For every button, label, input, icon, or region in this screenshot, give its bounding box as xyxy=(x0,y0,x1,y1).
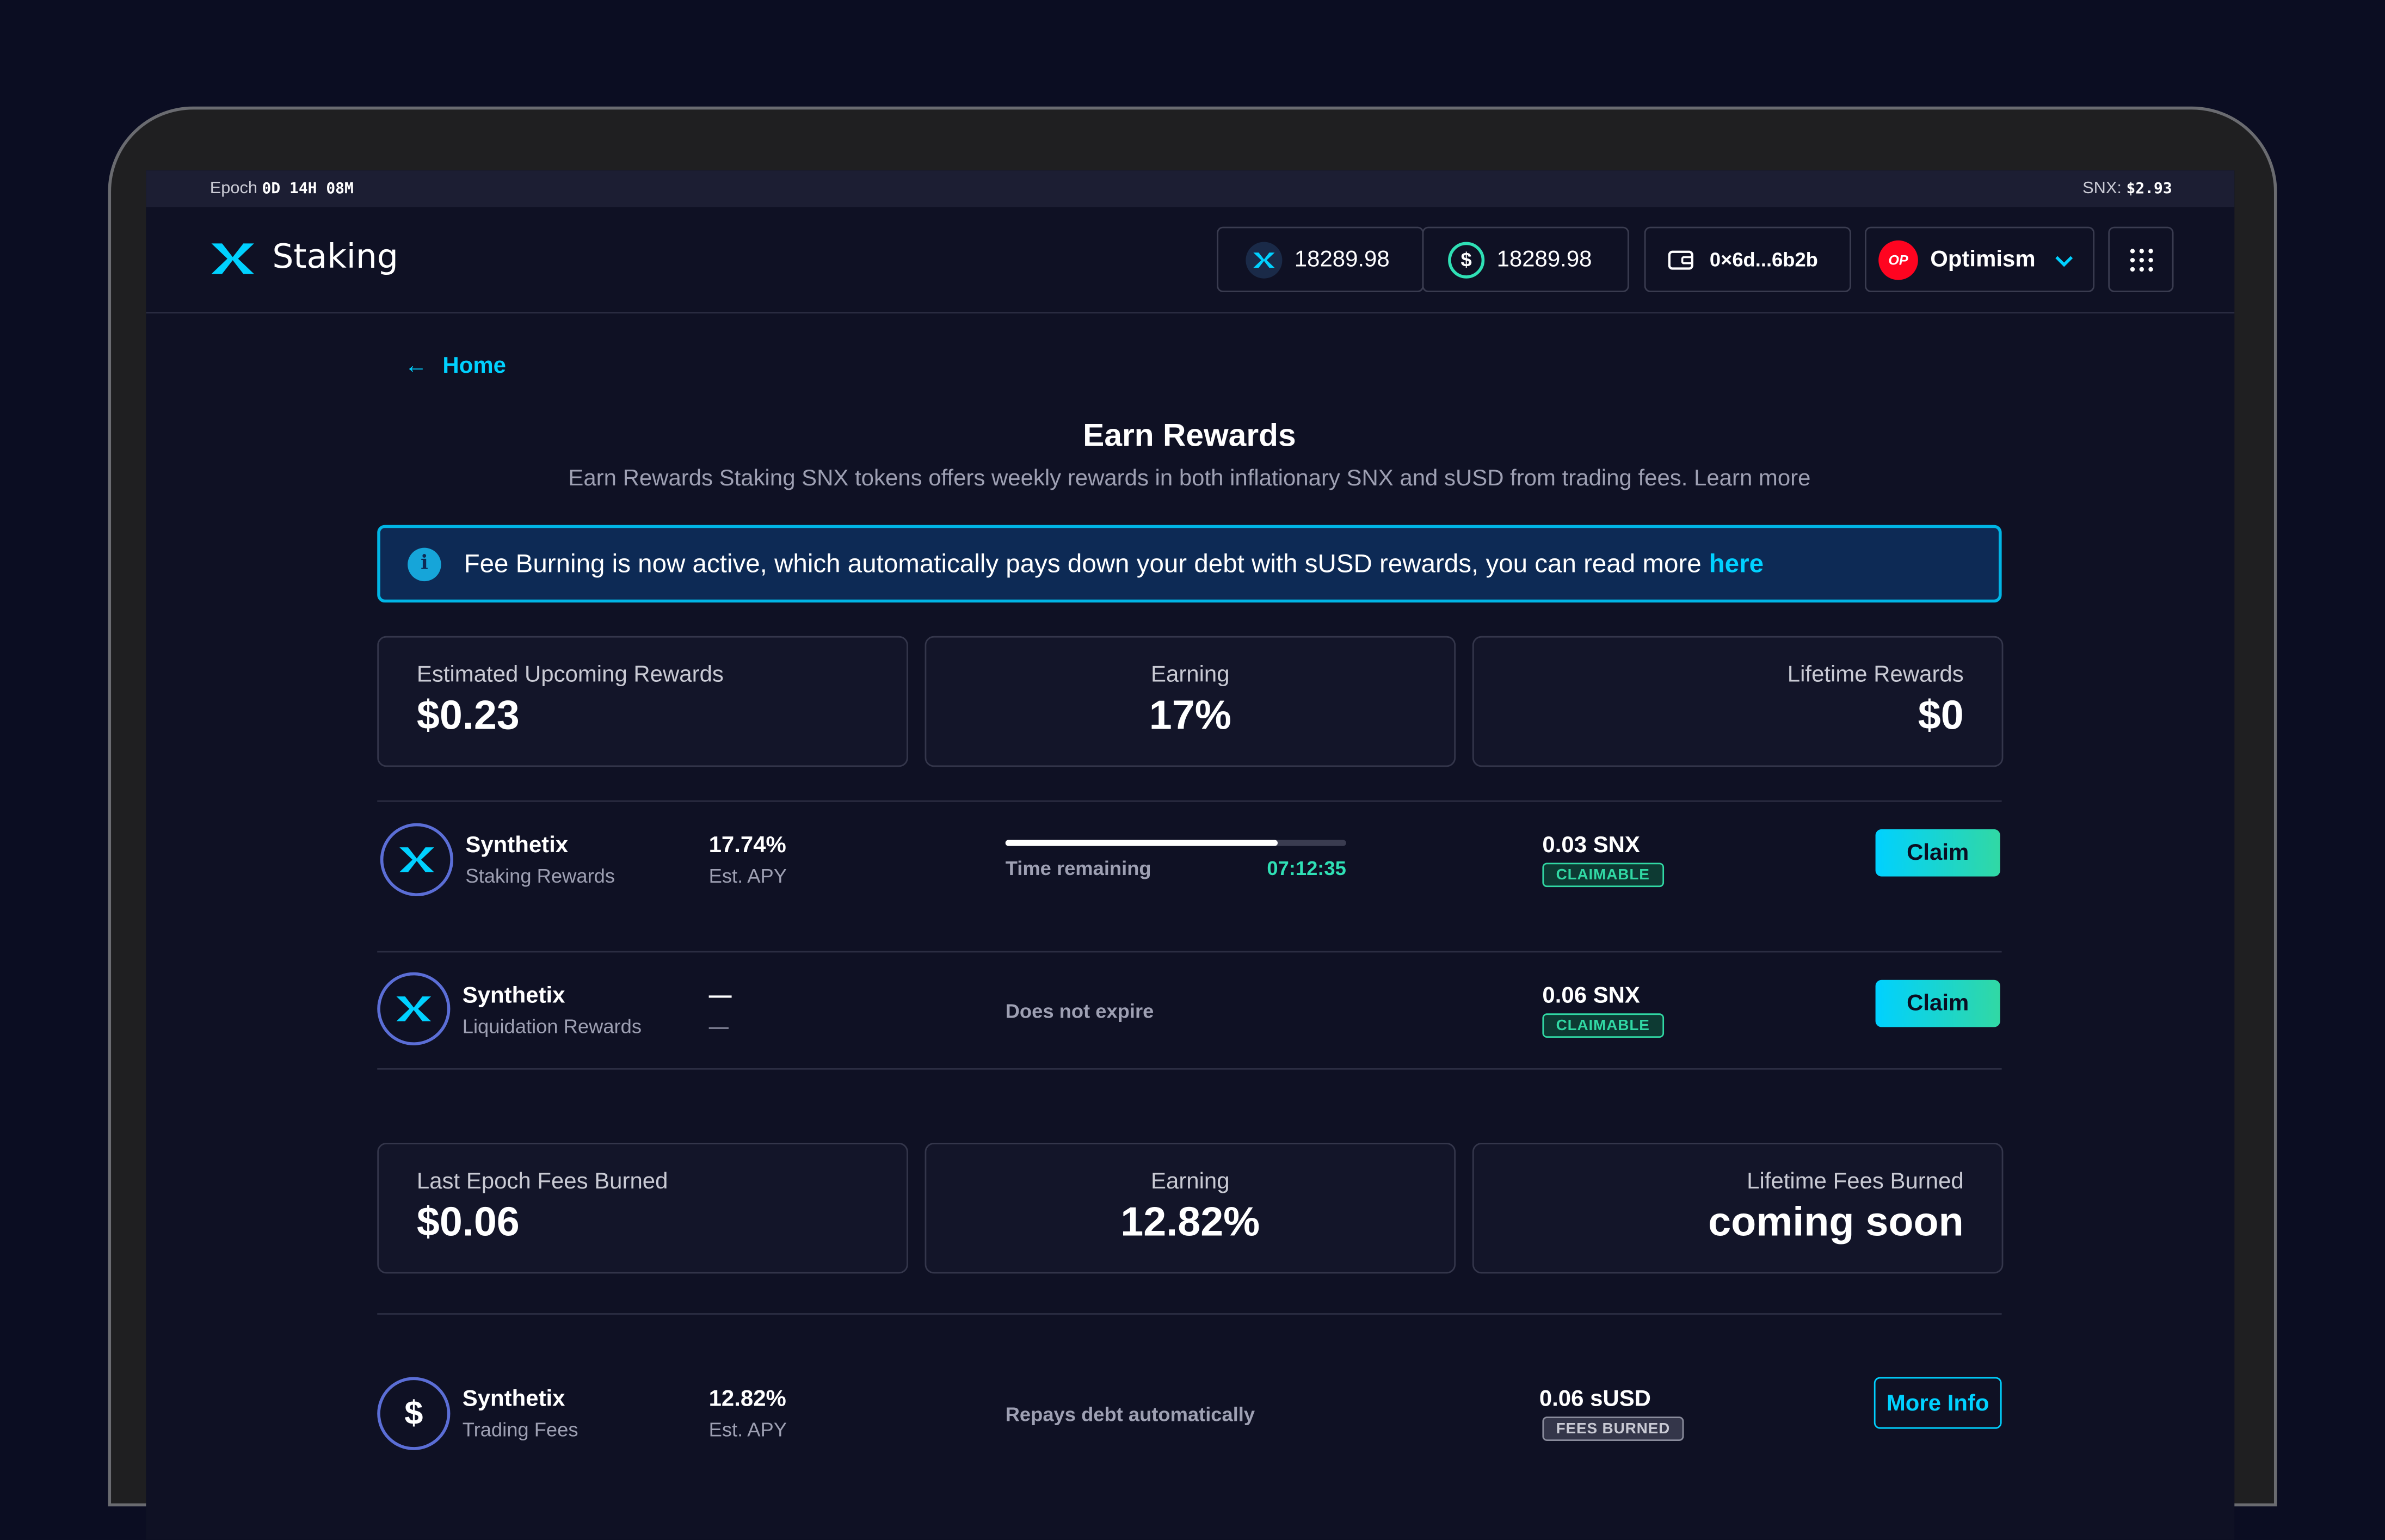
row-subtitle: Staking Rewards xyxy=(465,864,615,888)
time-remaining-value: 07:12:35 xyxy=(1267,857,1346,880)
alert-text: Fee Burning is now active, which automat… xyxy=(464,549,1702,578)
wallet-address: 0×6d...6b2b xyxy=(1709,248,1818,271)
divider xyxy=(377,951,2002,953)
row-subtitle: Trading Fees xyxy=(462,1418,578,1442)
lifetime-rewards-card: Lifetime Rewards $0 xyxy=(1472,636,2004,767)
susd-balance-button[interactable]: $ 18289.98 xyxy=(1422,226,1629,292)
row-apy-label: — xyxy=(708,1015,729,1038)
snx-token-icon xyxy=(1246,241,1283,278)
row-subtitle: Liquidation Rewards xyxy=(462,1015,642,1038)
page-title: Earn Rewards xyxy=(1083,418,1296,454)
dollar-token-icon: $ xyxy=(377,1377,451,1450)
divider xyxy=(377,1068,2002,1070)
card-label: Last Epoch Fees Burned xyxy=(416,1168,668,1195)
progress-fill xyxy=(1005,840,1278,846)
chevron-down-icon xyxy=(2055,255,2073,267)
snx-balance-button[interactable]: 18289.98 xyxy=(1217,226,1424,292)
claimable-badge: CLAIMABLE xyxy=(1542,1013,1663,1038)
time-remaining-label: Time remaining xyxy=(1005,857,1151,880)
staking-logo[interactable]: Staking xyxy=(208,239,398,277)
snx-balance: 18289.98 xyxy=(1294,246,1390,273)
divider xyxy=(377,1313,2002,1315)
lifetime-fees-card: Lifetime Fees Burned coming soon xyxy=(1472,1142,2004,1274)
optimism-icon: OP xyxy=(1878,239,1918,280)
app-header: Staking 18289.98 $ 18289.98 0×6d...6b2b xyxy=(146,207,2235,314)
card-value: $0 xyxy=(1918,692,1964,738)
epoch-countdown: Epoch 0D 14H 08M xyxy=(210,180,354,198)
home-back-link[interactable]: ← Home xyxy=(405,353,506,379)
time-progress-bar xyxy=(1005,840,1346,846)
fees-earning-card: Earning 12.82% xyxy=(925,1142,1456,1274)
row-apy-label: Est. APY xyxy=(708,864,787,888)
row-amount: 0.03 SNX xyxy=(1542,832,1640,859)
row-apy: 17.74% xyxy=(708,832,786,859)
app-window: Epoch 0D 14H 08M SNX: $2.93 Staking 1828… xyxy=(146,170,2235,1540)
row-apy: 12.82% xyxy=(708,1386,786,1412)
page-subtitle: Earn Rewards Staking SNX tokens offers w… xyxy=(568,465,1811,492)
row-name: Synthetix xyxy=(462,1386,565,1412)
card-value: coming soon xyxy=(1708,1199,1964,1245)
claim-button[interactable]: Claim xyxy=(1875,980,2000,1027)
susd-balance: 18289.98 xyxy=(1496,246,1592,273)
more-info-button[interactable]: More Info xyxy=(1874,1377,2002,1429)
card-label: Estimated Upcoming Rewards xyxy=(416,662,724,688)
synthetix-token-icon xyxy=(380,823,453,896)
network-selector[interactable]: OP Optimism xyxy=(1865,226,2095,292)
info-icon: i xyxy=(408,547,441,581)
card-value: $0.23 xyxy=(416,692,520,738)
app-name: Staking xyxy=(272,239,398,277)
epoch-value: 0D 14H 08M xyxy=(262,181,354,198)
price-label: SNX: xyxy=(2082,179,2122,198)
price-value: $2.93 xyxy=(2126,181,2172,198)
row-apy-label: Est. APY xyxy=(708,1418,787,1442)
card-value: 12.82% xyxy=(1120,1199,1260,1245)
card-label: Earning xyxy=(1151,1168,1230,1195)
menu-button[interactable] xyxy=(2108,226,2174,292)
susd-token-icon: $ xyxy=(1448,241,1485,278)
snx-price: SNX: $2.93 xyxy=(2082,180,2172,198)
card-label: Earning xyxy=(1151,662,1230,688)
wallet-icon xyxy=(1668,250,1693,269)
arrow-left-icon: ← xyxy=(404,353,428,379)
synthetix-logo-icon xyxy=(211,242,254,273)
wallet-button[interactable]: 0×6d...6b2b xyxy=(1644,226,1851,292)
expiry-label: Does not expire xyxy=(1005,1000,1154,1023)
epoch-bar: Epoch 0D 14H 08M SNX: $2.93 xyxy=(146,170,2235,207)
row-amount: 0.06 SNX xyxy=(1542,983,1640,1009)
claim-button[interactable]: Claim xyxy=(1875,829,2000,877)
back-label: Home xyxy=(442,353,506,379)
row-amount: 0.06 sUSD xyxy=(1539,1386,1651,1412)
card-label: Lifetime Rewards xyxy=(1787,662,1964,688)
earning-card: Earning 17% xyxy=(925,636,1456,767)
row-apy: — xyxy=(708,983,732,1009)
reward-row-liquidation: Synthetix Liquidation Rewards — — Does n… xyxy=(377,968,2001,1074)
divider xyxy=(377,800,2002,802)
epoch-label: Epoch xyxy=(209,179,257,198)
card-value: 17% xyxy=(1149,692,1231,738)
last-epoch-fees-card: Last Epoch Fees Burned $0.06 xyxy=(377,1142,908,1274)
alert-here-link[interactable]: here xyxy=(1709,549,1764,579)
fee-row-trading: $ Synthetix Trading Fees 12.82% Est. APY… xyxy=(377,1372,2002,1479)
estimated-rewards-card: Estimated Upcoming Rewards $0.23 xyxy=(377,636,908,767)
claimable-badge: CLAIMABLE xyxy=(1542,863,1663,888)
network-name: Optimism xyxy=(1930,246,2036,273)
card-value: $0.06 xyxy=(416,1199,520,1245)
synthetix-token-icon xyxy=(377,972,451,1045)
reward-row-staking: Synthetix Staking Rewards 17.74% Est. AP… xyxy=(377,818,2001,925)
fee-note: Repays debt automatically xyxy=(1005,1403,1255,1426)
fees-burned-badge: FEES BURNED xyxy=(1542,1416,1684,1442)
row-name: Synthetix xyxy=(462,983,565,1009)
card-label: Lifetime Fees Burned xyxy=(1747,1168,1964,1195)
fee-burning-alert: i Fee Burning is now active, which autom… xyxy=(377,525,2002,603)
row-name: Synthetix xyxy=(465,832,569,859)
grid-icon xyxy=(2129,248,2153,271)
